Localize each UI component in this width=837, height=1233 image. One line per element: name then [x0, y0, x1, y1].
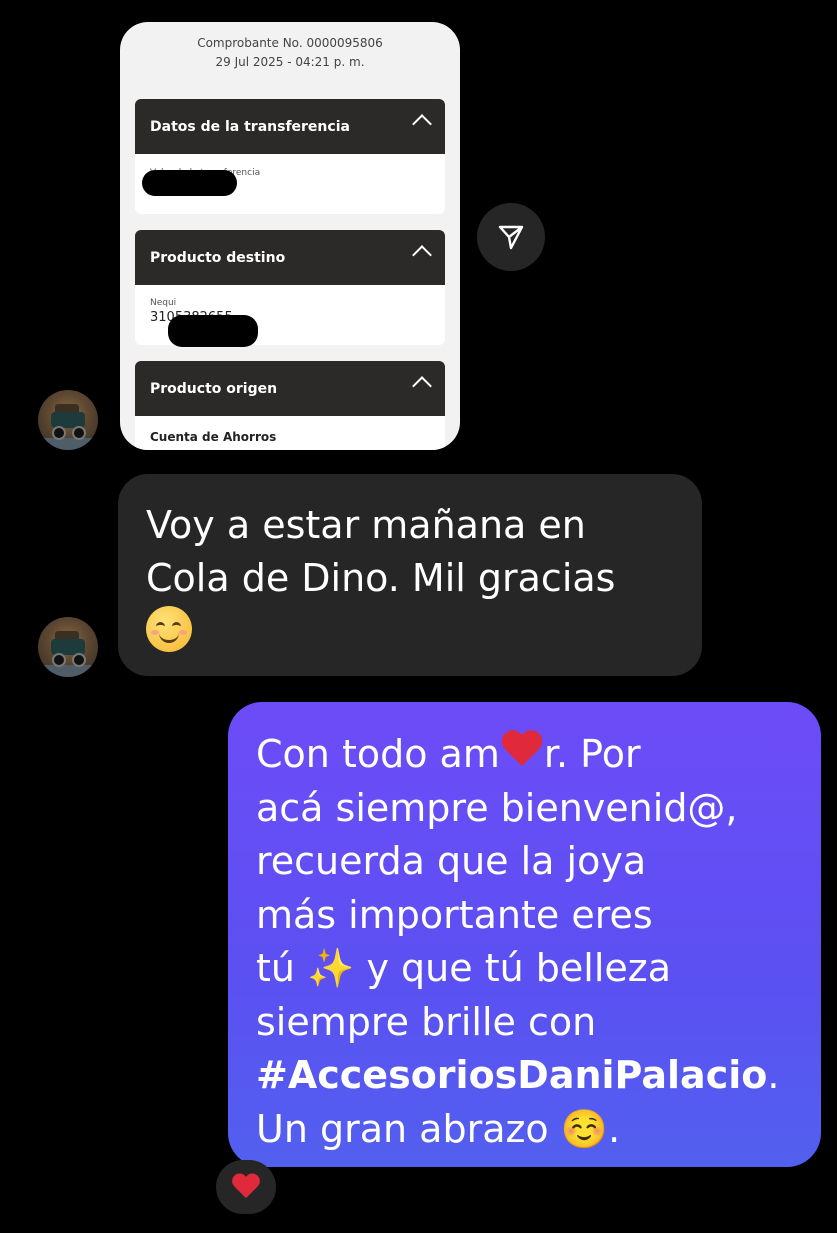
emoji-mouth — [159, 630, 179, 643]
smiling-face-icon: ☺️ — [560, 1106, 609, 1151]
message-text: r. Por — [543, 732, 641, 776]
smiling-face-icon — [146, 606, 192, 652]
message-text: tú — [256, 946, 308, 990]
message-line: #AccesoriosDaniPalacio. — [256, 1049, 797, 1103]
incoming-message-bubble[interactable]: Voy a estar mañana en Cola de Dino. Mil … — [118, 474, 702, 676]
sparkles-icon: ✨ — [307, 946, 355, 990]
field-label: Nequi — [150, 298, 177, 308]
message-text: y que tú belleza — [354, 946, 671, 990]
avatar-wheel — [52, 653, 66, 667]
chevron-up-icon — [412, 376, 432, 396]
section-header-origen: Producto origen — [135, 361, 445, 416]
receipt-datetime: 29 Jul 2025 - 04:21 p. m. — [215, 55, 365, 69]
message-line: tú ✨ y que tú belleza — [256, 942, 797, 996]
message-reaction[interactable] — [216, 1160, 276, 1214]
message-line: más importante eres — [256, 892, 653, 937]
redaction-mark — [168, 315, 258, 347]
message-text: . — [767, 1053, 780, 1097]
chevron-up-icon — [412, 245, 432, 265]
message-line: Con todo am r. Por — [256, 728, 797, 782]
message-text: Voy a estar mañana en Cola de Dino. Mil … — [146, 503, 616, 600]
avatar-wheel — [72, 653, 86, 667]
section-title: Datos de la transferencia — [150, 118, 350, 135]
emoji-cheek — [151, 630, 159, 635]
paper-plane-icon — [498, 225, 524, 250]
message-line: recuerda que la joya — [256, 839, 647, 883]
outgoing-message-bubble[interactable]: Con todo am r. Por acá siempre bienvenid@… — [228, 702, 821, 1167]
hashtag-link[interactable]: #AccesoriosDaniPalacio — [256, 1053, 767, 1097]
section-header-transferencia: Datos de la transferencia — [135, 99, 445, 154]
receipt-image-message[interactable]: Comprobante No. 0000095806 29 Jul 2025 -… — [120, 22, 460, 450]
message-text: Con todo am — [256, 732, 500, 776]
redaction-mark — [142, 170, 237, 196]
section-title: Producto destino — [150, 249, 286, 266]
section-body-origen: Cuenta de Ahorros — [135, 416, 445, 450]
field-value: Cuenta de Ahorros — [150, 430, 277, 444]
heart-icon — [231, 1174, 261, 1201]
section-title: Producto origen — [150, 380, 278, 397]
emoji-cheek — [179, 630, 187, 635]
message-text: Un gran abrazo — [256, 1106, 561, 1151]
message-line: acá siempre bienvenid@, — [256, 785, 738, 830]
avatar-wheel — [72, 426, 86, 440]
message-text: . — [608, 1106, 621, 1151]
sender-avatar[interactable] — [38, 390, 98, 450]
share-button[interactable] — [477, 203, 545, 271]
receipt-header: Comprobante No. 0000095806 29 Jul 2025 -… — [120, 22, 460, 72]
sender-avatar[interactable] — [38, 617, 98, 677]
avatar-wheel — [52, 426, 66, 440]
heart-icon — [500, 731, 544, 771]
message-line: Un gran abrazo ☺️. — [256, 1103, 797, 1157]
avatar-ground — [38, 438, 98, 450]
avatar-ground — [38, 665, 98, 677]
receipt-number: Comprobante No. 0000095806 — [197, 36, 383, 50]
message-line: siempre brille con — [256, 999, 597, 1044]
chevron-up-icon — [412, 114, 432, 134]
section-header-destino: Producto destino — [135, 230, 445, 285]
